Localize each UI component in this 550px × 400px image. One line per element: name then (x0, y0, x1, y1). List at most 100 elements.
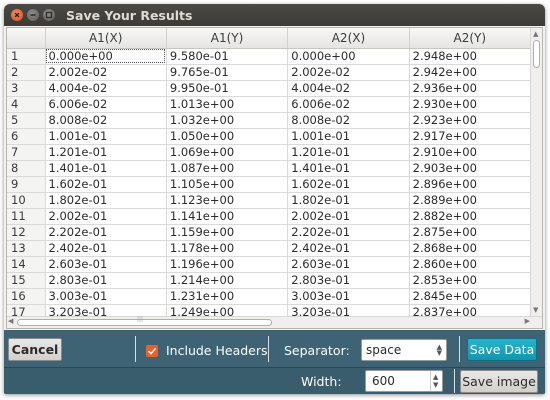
table-cell[interactable]: 2.896e+00 (409, 176, 532, 193)
table-cell[interactable]: 4.004e-02 (45, 80, 167, 97)
table-cell[interactable]: 0.000e+00 (45, 48, 167, 65)
vertical-scrollbar[interactable]: ▲ ▼ (530, 28, 542, 316)
table-row[interactable]: 8 1.401e-01 1.087e+00 1.401e-01 2.903e+00 (7, 160, 532, 177)
table-row[interactable]: 16 3.003e-01 1.231e+00 3.003e-01 2.845e+00 (7, 288, 532, 305)
table-cell[interactable]: 2.930e+00 (409, 96, 532, 113)
table-cell[interactable]: 6.006e-02 (45, 96, 167, 113)
table-cell[interactable]: 2.882e+00 (409, 208, 532, 225)
table-cell[interactable]: 1.602e-01 (287, 176, 410, 193)
table-cell[interactable]: 2.936e+00 (409, 80, 532, 97)
table-cell[interactable]: 2.603e-01 (45, 256, 167, 273)
save-data-button[interactable]: Save Data (467, 338, 537, 361)
table-cell[interactable]: 1.802e-01 (287, 192, 410, 209)
table-cell[interactable]: 2.948e+00 (409, 48, 532, 65)
table-cell[interactable]: 2.402e-01 (287, 240, 410, 257)
table-cell[interactable]: 4.004e-02 (287, 80, 410, 97)
maximize-icon[interactable] (43, 9, 55, 21)
table-cell[interactable]: 2.860e+00 (409, 256, 532, 273)
table-cell[interactable]: 1.401e-01 (287, 160, 410, 177)
table-cell[interactable]: 8.008e-02 (287, 112, 410, 129)
table-cell[interactable]: 2.923e+00 (409, 112, 532, 129)
table-cell[interactable]: 2.002e-01 (287, 208, 410, 225)
table-cell[interactable]: 2.889e+00 (409, 192, 532, 209)
table-cell[interactable]: 1.013e+00 (166, 96, 289, 113)
table-row[interactable]: 10 1.802e-01 1.123e+00 1.802e-01 2.889e+00 (7, 192, 532, 209)
table-cell[interactable]: 1.001e-01 (45, 128, 167, 145)
scroll-down-icon[interactable]: ▼ (533, 306, 538, 314)
table-row[interactable]: 9 1.602e-01 1.105e+00 1.602e-01 2.896e+00 (7, 176, 532, 193)
table-cell[interactable]: 1.123e+00 (166, 192, 289, 209)
vertical-scroll-thumb[interactable] (533, 40, 540, 68)
table-row[interactable]: 11 2.002e-01 1.141e+00 2.002e-01 2.882e+00 (7, 208, 532, 225)
table-cell[interactable]: 1.159e+00 (166, 224, 289, 241)
table-row[interactable]: 4 6.006e-02 1.013e+00 6.006e-02 2.930e+00 (7, 96, 532, 113)
minimize-icon[interactable] (27, 9, 39, 21)
table-cell[interactable]: 1.802e-01 (45, 192, 167, 209)
results-table-area[interactable]: A1(X) A1(Y) A2(X) A2(Y) 1 0.000e+00 9.580e… (6, 27, 543, 329)
table-cell[interactable]: 9.580e-01 (166, 48, 289, 65)
include-headers-label[interactable]: Include Headers (166, 343, 268, 358)
table-row[interactable]: 15 2.803e-01 1.214e+00 2.803e-01 2.853e+00 (7, 272, 532, 289)
table-row[interactable]: 7 1.201e-01 1.069e+00 1.201e-01 2.910e+00 (7, 144, 532, 161)
table-cell[interactable]: 2.002e-02 (287, 64, 410, 81)
table-cell[interactable]: 1.214e+00 (166, 272, 289, 289)
table-cell[interactable]: 1.069e+00 (166, 144, 289, 161)
table-cell[interactable]: 2.002e-02 (45, 64, 167, 81)
table-cell[interactable]: 1.201e-01 (287, 144, 410, 161)
table-cell[interactable]: 1.105e+00 (166, 176, 289, 193)
save-image-button[interactable]: Save image (460, 370, 538, 393)
column-header[interactable]: A2(X) (287, 28, 410, 49)
table-cell[interactable]: 0.000e+00 (287, 48, 410, 65)
table-cell[interactable]: 2.875e+00 (409, 224, 532, 241)
table-cell[interactable]: 3.003e-01 (287, 288, 410, 305)
table-row[interactable]: 6 1.001e-01 1.050e+00 1.001e-01 2.917e+00 (7, 128, 532, 145)
scroll-right-icon[interactable]: ▶ (525, 317, 530, 325)
table-cell[interactable]: 2.917e+00 (409, 128, 532, 145)
table-cell[interactable]: 2.803e-01 (287, 272, 410, 289)
column-header[interactable]: A2(Y) (409, 28, 532, 49)
table-row[interactable]: 14 2.603e-01 1.196e+00 2.603e-01 2.860e+00 (7, 256, 532, 273)
table-cell[interactable]: 1.178e+00 (166, 240, 289, 257)
width-spinner[interactable]: 600 ▲ ▼ (365, 370, 443, 392)
close-icon[interactable] (11, 9, 23, 21)
table-row[interactable]: 5 8.008e-02 1.032e+00 8.008e-02 2.923e+00 (7, 112, 532, 129)
table-cell[interactable]: 2.853e+00 (409, 272, 532, 289)
table-cell[interactable]: 6.006e-02 (287, 96, 410, 113)
table-cell[interactable]: 1.001e-01 (287, 128, 410, 145)
table-row[interactable]: 2 2.002e-02 9.765e-01 2.002e-02 2.942e+00 (7, 64, 532, 81)
column-header[interactable]: A1(X) (45, 28, 167, 49)
table-cell[interactable]: 2.402e-01 (45, 240, 167, 257)
table-cell[interactable]: 1.141e+00 (166, 208, 289, 225)
scroll-up-icon[interactable]: ▲ (533, 30, 538, 38)
table-cell[interactable]: 9.950e-01 (166, 80, 289, 97)
table-row[interactable]: 1 0.000e+00 9.580e-01 0.000e+00 2.948e+00 (7, 48, 532, 65)
table-cell[interactable]: 1.087e+00 (166, 160, 289, 177)
horizontal-scroll-thumb[interactable] (17, 319, 272, 326)
table-cell[interactable]: 2.845e+00 (409, 288, 532, 305)
cancel-button[interactable]: Cancel (8, 338, 62, 361)
separator-select[interactable]: space ▲ ▼ (361, 339, 447, 361)
horizontal-scrollbar[interactable]: ◀ ||| ▶ (7, 316, 542, 328)
table-cell[interactable]: 1.231e+00 (166, 288, 289, 305)
spinner-arrows-icon[interactable]: ▲ ▼ (430, 371, 442, 391)
table-cell[interactable]: 2.803e-01 (45, 272, 167, 289)
table-cell[interactable]: 1.196e+00 (166, 256, 289, 273)
scroll-left-icon[interactable]: ◀ (8, 317, 13, 325)
table-cell[interactable]: 2.942e+00 (409, 64, 532, 81)
table-cell[interactable]: 9.765e-01 (166, 64, 289, 81)
table-cell[interactable]: 2.202e-01 (45, 224, 167, 241)
table-cell[interactable]: 1.401e-01 (45, 160, 167, 177)
table-cell[interactable]: 2.868e+00 (409, 240, 532, 257)
column-header[interactable]: A1(Y) (166, 28, 289, 49)
table-cell[interactable]: 1.602e-01 (45, 176, 167, 193)
include-headers-checkbox[interactable] (146, 345, 158, 357)
table-cell[interactable]: 1.032e+00 (166, 112, 289, 129)
table-cell[interactable]: 2.002e-01 (45, 208, 167, 225)
table-cell[interactable]: 8.008e-02 (45, 112, 167, 129)
table-cell[interactable]: 1.201e-01 (45, 144, 167, 161)
table-row[interactable]: 3 4.004e-02 9.950e-01 4.004e-02 2.936e+00 (7, 80, 532, 97)
table-cell[interactable]: 2.903e+00 (409, 160, 532, 177)
table-row[interactable]: 12 2.202e-01 1.159e+00 2.202e-01 2.875e+00 (7, 224, 532, 241)
table-cell[interactable]: 2.202e-01 (287, 224, 410, 241)
table-cell[interactable]: 2.910e+00 (409, 144, 532, 161)
